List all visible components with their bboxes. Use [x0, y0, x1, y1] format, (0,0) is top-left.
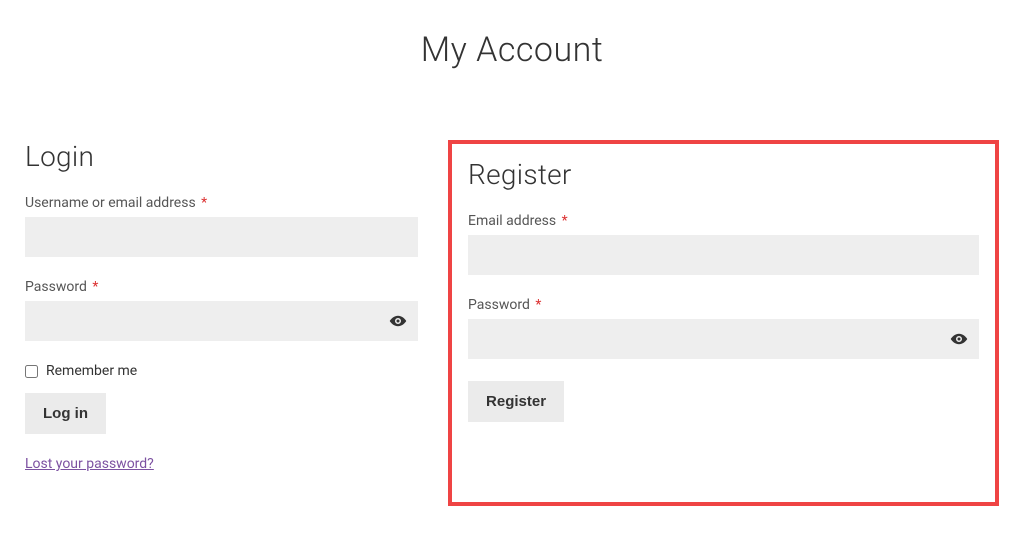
- login-password-label: Password *: [25, 279, 418, 295]
- register-button[interactable]: Register: [468, 381, 564, 422]
- register-password-input[interactable]: [468, 319, 979, 359]
- register-email-label-text: Email address: [468, 213, 556, 229]
- login-username-label: Username or email address *: [25, 195, 418, 211]
- eye-icon[interactable]: [949, 329, 969, 349]
- login-button[interactable]: Log in: [25, 393, 106, 434]
- page-title: My Account: [25, 30, 999, 70]
- login-password-label-text: Password: [25, 279, 87, 295]
- remember-me-label: Remember me: [46, 363, 137, 379]
- register-password-label-text: Password: [468, 297, 530, 313]
- required-mark: *: [92, 279, 98, 295]
- register-heading: Register: [468, 158, 979, 191]
- register-email-label: Email address *: [468, 213, 979, 229]
- login-heading: Login: [25, 140, 418, 173]
- lost-password-link[interactable]: Lost your password?: [25, 456, 154, 472]
- required-mark: *: [201, 195, 207, 211]
- login-password-input[interactable]: [25, 301, 418, 341]
- login-panel: Login Username or email address * Passwo…: [25, 140, 418, 506]
- required-mark: *: [562, 213, 568, 229]
- register-panel: Register Email address * Password * Regi…: [448, 140, 999, 506]
- required-mark: *: [535, 297, 541, 313]
- eye-icon[interactable]: [388, 311, 408, 331]
- login-username-label-text: Username or email address: [25, 195, 196, 211]
- register-password-label: Password *: [468, 297, 979, 313]
- login-username-input[interactable]: [25, 217, 418, 257]
- remember-me-checkbox[interactable]: [25, 365, 38, 378]
- register-email-input[interactable]: [468, 235, 979, 275]
